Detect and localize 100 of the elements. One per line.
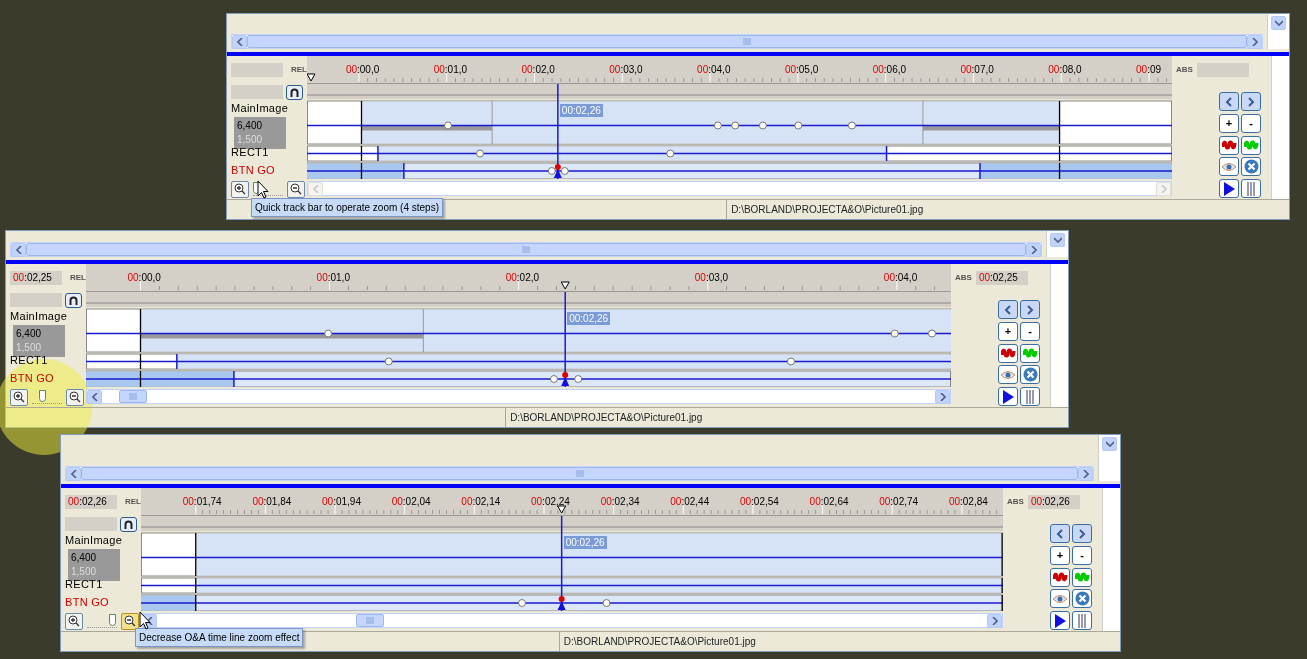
horizontal-scrollbar[interactable] [141,613,1003,628]
zoom-out-button[interactable] [287,180,305,198]
playhead-time-label: 00:02,26 [567,312,611,325]
value-field[interactable] [231,85,283,99]
playhead-marker-icon [557,596,566,610]
zoom-out-button[interactable] [66,388,84,406]
visibility-button[interactable] [998,365,1018,385]
pause-button[interactable] [1072,611,1092,631]
keyframe-marker [602,599,611,607]
scroll-down-button[interactable] [1271,16,1286,30]
ruler-time-label: 00:02,74 [879,495,919,509]
file-path: D:\BORLAND\PROJECTA&O\Picture01.jpg [726,200,1289,219]
vertical-scrollbar[interactable] [1267,14,1289,49]
scrollbar-thumb[interactable] [247,35,1247,48]
scroll-right-button[interactable] [1247,34,1262,49]
playhead-marker-icon [560,281,570,290]
scrollbar-thumb[interactable] [81,467,1078,480]
step-button[interactable]: + [998,321,1018,341]
step-button[interactable]: - [1072,545,1092,565]
horizontal-scrollbar[interactable] [86,389,951,404]
time-ruler[interactable]: 00:00,0 00:01,0 00:02,0 00:03,0 00:04,0 00:05,0 00:06,0 00:07,0 00:08,0 00:09 [307,56,1172,84]
previous-button[interactable] [998,300,1018,319]
scrollbar-thumb[interactable] [26,243,1026,256]
scroll-right-button[interactable] [987,613,1002,628]
vertical-scrollbar[interactable] [1046,231,1068,257]
grip-icon [366,617,375,624]
next-button[interactable] [1072,524,1092,543]
pause-button[interactable] [1020,387,1040,407]
keyframe-marker [794,121,803,130]
visibility-button[interactable] [1219,157,1239,177]
play-button[interactable] [1050,611,1070,631]
ruler-time-label: 00:00,0 [127,271,161,285]
time-field[interactable] [1196,63,1249,77]
previous-button[interactable] [1050,524,1070,543]
play-icon [1223,181,1235,196]
play-icon [1054,613,1066,628]
keyframe-marker [549,375,558,383]
scroll-right-button[interactable] [1078,466,1093,481]
eye-icon [1000,369,1016,380]
vertical-scrollbar[interactable] [1098,435,1120,481]
track-name: RECT1 [10,353,48,369]
scrollbar-thumb[interactable] [356,614,385,627]
previous-button[interactable] [1219,92,1239,111]
magnet-button[interactable] [65,292,82,308]
time-ruler[interactable]: 00:00,0 00:01,0 00:02,0 00:03,0 00:04,0 [86,264,951,292]
chevron-left-icon [1225,96,1233,107]
chevron-down-icon [1053,237,1062,243]
magnet-button[interactable] [286,84,303,100]
visibility-button[interactable] [1050,589,1070,609]
horizontal-scrollbar[interactable] [10,242,1042,257]
value-field[interactable] [65,517,117,531]
play-button[interactable] [1219,179,1239,199]
chevron-right-icon [939,392,946,401]
step-button[interactable]: - [1020,321,1040,341]
zoom-in-button[interactable] [10,388,28,406]
track-name: MainImage [10,309,68,324]
play-button[interactable] [998,387,1018,407]
scrollbar-thumb[interactable] [118,390,147,403]
keyframe-marker [713,121,722,130]
time-field[interactable] [231,63,283,77]
time-ruler[interactable]: 00:01,74 00:01,84 00:01,94 00:02,04 00:02,14 00:02,24 00:02,34 00:02,44 00:02,54 00:02,64 00:02,74 00:02,84 [141,488,1003,516]
slider-thumb[interactable] [109,614,116,626]
delete-button[interactable] [1020,365,1040,385]
pause-button[interactable] [1241,179,1261,199]
time-field: 00:02,26 [65,495,117,509]
vertical-scrollbar[interactable] [1102,488,1120,631]
zoom-out-icon [290,183,302,195]
pause-icon [1246,181,1256,196]
scroll-down-button[interactable] [1102,437,1117,451]
step-button[interactable]: - [1241,113,1261,133]
keyframe-marker [574,375,583,383]
track-name: RECT1 [231,145,269,161]
magnet-button[interactable] [120,516,137,532]
vertical-scrollbar[interactable] [1271,56,1289,199]
zoom-slider[interactable] [87,614,117,628]
horizontal-scrollbar[interactable] [231,34,1263,49]
ruler-time-label: 00:00,0 [345,63,380,77]
next-button[interactable] [1241,92,1261,111]
value-field[interactable] [10,293,62,307]
step-button[interactable]: + [1050,545,1070,565]
zoom-slider[interactable] [32,390,62,404]
step-button[interactable]: + [1219,113,1239,133]
track-name: MainImage [231,101,289,116]
ruler-time-label: 00:09 [1136,63,1162,77]
file-path: D:\BORLAND\PROJECTA&O\Picture01.jpg [505,408,1068,427]
next-button[interactable] [1020,300,1040,319]
chevron-left-icon [146,616,153,625]
zoom-in-button[interactable] [65,612,83,630]
zoom-out-button[interactable] [121,612,139,630]
scroll-right-button[interactable] [935,389,950,404]
delete-button[interactable] [1241,157,1261,177]
delete-button[interactable] [1072,589,1092,609]
slider-thumb[interactable] [39,390,47,402]
pause-icon [1025,389,1035,404]
horizontal-scrollbar[interactable] [65,466,1094,481]
zoom-in-button[interactable] [231,180,249,198]
keyframe-marker [384,357,393,366]
vertical-scrollbar[interactable] [1050,264,1068,407]
scroll-right-button[interactable] [1026,242,1041,257]
scroll-down-button[interactable] [1050,233,1065,247]
